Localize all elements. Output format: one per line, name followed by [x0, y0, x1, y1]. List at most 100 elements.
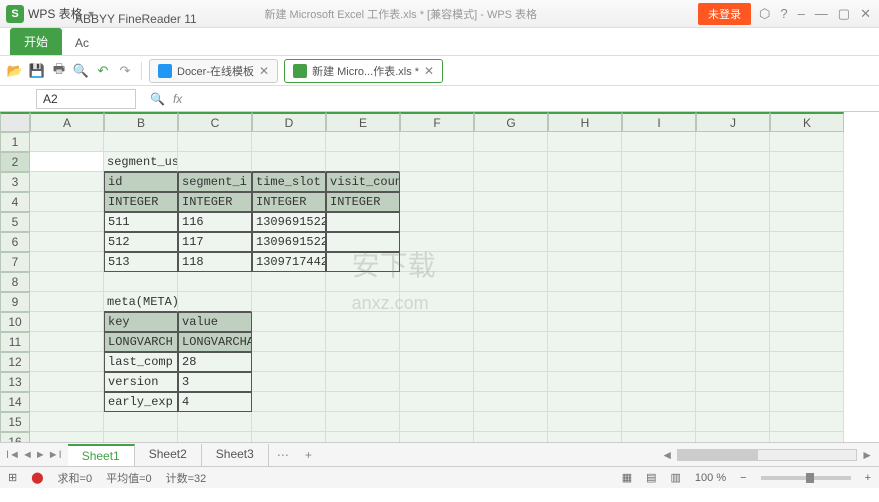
cell-B12[interactable]: last_comp	[104, 352, 178, 372]
cell-E3[interactable]: visit_count	[326, 172, 400, 192]
cell-I10[interactable]	[622, 312, 696, 332]
column-header-J[interactable]: J	[696, 112, 770, 132]
close-tab-icon[interactable]: ✕	[424, 64, 434, 78]
cell-J14[interactable]	[696, 392, 770, 412]
cell-F3[interactable]	[400, 172, 474, 192]
cell-K8[interactable]	[770, 272, 844, 292]
cell-E5[interactable]	[326, 212, 400, 232]
cell-I3[interactable]	[622, 172, 696, 192]
scroll-right-icon[interactable]: ►	[861, 448, 873, 462]
cell-I9[interactable]	[622, 292, 696, 312]
cell-G10[interactable]	[474, 312, 548, 332]
cell-D2[interactable]	[252, 152, 326, 172]
cell-A13[interactable]	[30, 372, 104, 392]
cell-A5[interactable]	[30, 212, 104, 232]
sheet-menu-icon[interactable]: ⋯	[269, 448, 297, 462]
scroll-left-icon[interactable]: ◄	[661, 448, 673, 462]
document-tab-1[interactable]: 新建 Micro...作表.xls *✕	[284, 59, 443, 83]
select-all-cell[interactable]	[0, 112, 30, 132]
cell-C9[interactable]	[178, 292, 252, 312]
help-icon[interactable]: ?	[780, 6, 787, 22]
column-header-E[interactable]: E	[326, 112, 400, 132]
cell-G6[interactable]	[474, 232, 548, 252]
view-normal-icon[interactable]: ▦	[622, 471, 632, 484]
cell-F1[interactable]	[400, 132, 474, 152]
cell-H4[interactable]	[548, 192, 622, 212]
redo-icon[interactable]: ↷	[116, 62, 134, 80]
sheet-tab-sheet1[interactable]: Sheet1	[68, 444, 135, 466]
input-mode-icon[interactable]: ⊞	[8, 471, 17, 484]
ribbon-tab-9[interactable]: ABBYY FineReader 11	[62, 7, 210, 31]
login-button[interactable]: 未登录	[698, 3, 751, 25]
cell-G7[interactable]	[474, 252, 548, 272]
cell-K5[interactable]	[770, 212, 844, 232]
cell-C5[interactable]: 116	[178, 212, 252, 232]
cell-I13[interactable]	[622, 372, 696, 392]
cell-G4[interactable]	[474, 192, 548, 212]
cell-E16[interactable]	[326, 432, 400, 442]
cell-J12[interactable]	[696, 352, 770, 372]
cell-K16[interactable]	[770, 432, 844, 442]
view-page-icon[interactable]: ▤	[646, 471, 656, 484]
spreadsheet-grid[interactable]: ABCDEFGHIJK12segment_usage(SEGMENT_USAGE…	[0, 112, 879, 442]
zoom-in-icon[interactable]: +	[865, 472, 871, 484]
cell-K7[interactable]	[770, 252, 844, 272]
ribbon-tab-start[interactable]: 开始	[10, 28, 62, 55]
cell-C1[interactable]	[178, 132, 252, 152]
cell-K15[interactable]	[770, 412, 844, 432]
cell-D7[interactable]: 1309717442	[252, 252, 326, 272]
view-layout-icon[interactable]: ▥	[671, 471, 681, 484]
cell-F2[interactable]	[400, 152, 474, 172]
cell-J13[interactable]	[696, 372, 770, 392]
cell-G9[interactable]	[474, 292, 548, 312]
cell-H16[interactable]	[548, 432, 622, 442]
row-header-14[interactable]: 14	[0, 392, 30, 412]
cell-A9[interactable]	[30, 292, 104, 312]
cell-C15[interactable]	[178, 412, 252, 432]
cell-H1[interactable]	[548, 132, 622, 152]
cell-K2[interactable]	[770, 152, 844, 172]
zoom-level[interactable]: 100 %	[695, 472, 726, 484]
cell-J15[interactable]	[696, 412, 770, 432]
cell-I11[interactable]	[622, 332, 696, 352]
shirt-icon[interactable]: ⬡	[759, 6, 770, 22]
cell-C11[interactable]: LONGVARCHAR	[178, 332, 252, 352]
cell-J16[interactable]	[696, 432, 770, 442]
cell-A16[interactable]	[30, 432, 104, 442]
cell-D6[interactable]: 1309691522	[252, 232, 326, 252]
cell-C2[interactable]	[178, 152, 252, 172]
cell-F15[interactable]	[400, 412, 474, 432]
cell-K1[interactable]	[770, 132, 844, 152]
cell-J1[interactable]	[696, 132, 770, 152]
cell-H2[interactable]	[548, 152, 622, 172]
sheet-nav-next-icon[interactable]: ►	[35, 449, 46, 461]
cell-K4[interactable]	[770, 192, 844, 212]
cell-H5[interactable]	[548, 212, 622, 232]
maximize-icon[interactable]: ▢	[838, 6, 850, 22]
cell-B4[interactable]: INTEGER	[104, 192, 178, 212]
cell-K13[interactable]	[770, 372, 844, 392]
cell-B14[interactable]: early_exp	[104, 392, 178, 412]
cell-H12[interactable]	[548, 352, 622, 372]
cell-H15[interactable]	[548, 412, 622, 432]
cell-B11[interactable]: LONGVARCH	[104, 332, 178, 352]
cell-B3[interactable]: id	[104, 172, 178, 192]
cell-E6[interactable]	[326, 232, 400, 252]
cell-I15[interactable]	[622, 412, 696, 432]
add-sheet-button[interactable]: +	[297, 448, 320, 462]
column-header-F[interactable]: F	[400, 112, 474, 132]
row-header-5[interactable]: 5	[0, 212, 30, 232]
minimize-icon[interactable]: —	[815, 6, 828, 22]
cell-E11[interactable]	[326, 332, 400, 352]
sheet-tab-sheet2[interactable]: Sheet2	[135, 444, 202, 466]
zoom-out-icon[interactable]: −	[740, 472, 746, 484]
cell-F14[interactable]	[400, 392, 474, 412]
cell-I12[interactable]	[622, 352, 696, 372]
cell-J9[interactable]	[696, 292, 770, 312]
cell-H10[interactable]	[548, 312, 622, 332]
name-box[interactable]: A2	[36, 89, 136, 109]
cell-A7[interactable]	[30, 252, 104, 272]
close-tab-icon[interactable]: ✕	[259, 64, 269, 78]
fx-label[interactable]: fx	[173, 92, 182, 106]
print-icon[interactable]: 🖶	[50, 62, 68, 80]
